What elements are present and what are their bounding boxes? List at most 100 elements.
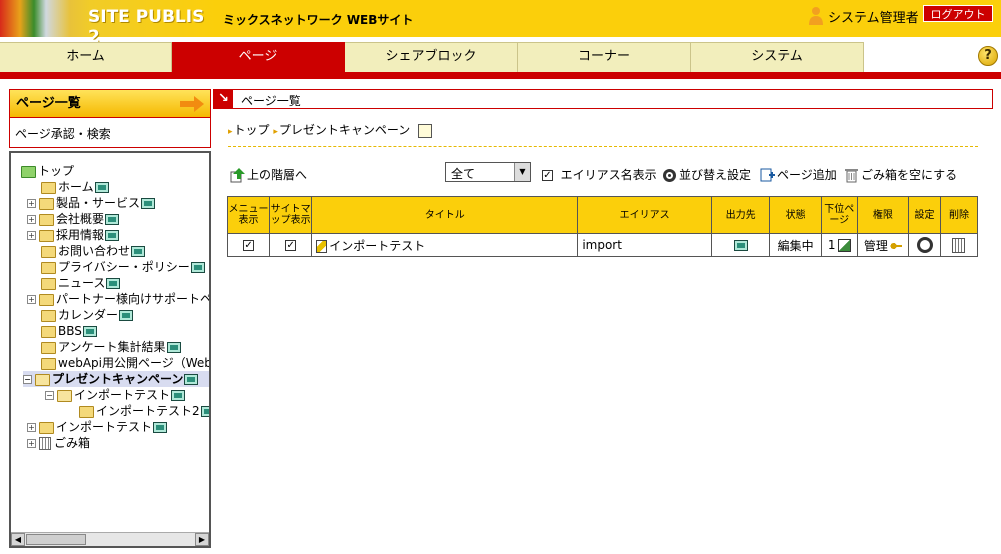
scroll-thumb[interactable]: [26, 534, 86, 545]
alias-display-toggle[interactable]: ✓ エイリアス名表示: [542, 166, 657, 183]
page-tree-panel: トップ ホーム + 製品・サービス + 会社概要 + 採用情報 お問い合わせ プライバ…: [9, 151, 211, 548]
tree-node-import-test[interactable]: − インポートテスト: [45, 387, 186, 403]
folder-icon: [41, 325, 56, 338]
tree-horizontal-scrollbar[interactable]: ◀ ▶: [11, 532, 209, 546]
status-cell: 編集中: [769, 233, 822, 257]
table-header-row: メニュー表示 サイトマップ表示 タイトル エイリアス 出力先 状態 下位ページ …: [226, 196, 979, 234]
pencil-icon[interactable]: [316, 239, 328, 253]
collapse-icon[interactable]: −: [45, 391, 54, 400]
header: SITE PUBLIS 2 ミックスネットワーク WEBサイト システム管理者 …: [0, 0, 1001, 47]
monitor-icon: [153, 422, 168, 433]
tree-node-privacy[interactable]: プライバシー・ポリシー: [41, 259, 205, 275]
edit-icon[interactable]: [418, 123, 433, 138]
tab-corner[interactable]: コーナー: [518, 42, 691, 72]
key-icon[interactable]: [889, 241, 902, 251]
expand-icon[interactable]: +: [27, 199, 36, 208]
output-cell: [710, 233, 771, 257]
sort-settings-button[interactable]: 並び替え設定: [662, 166, 751, 183]
col-status: 状態: [769, 196, 822, 234]
chevron-down-icon[interactable]: ▼: [514, 163, 530, 181]
logo-text: SITE PUBLIS 2: [88, 7, 205, 47]
expand-icon[interactable]: +: [27, 439, 36, 448]
page-tree: トップ ホーム + 製品・サービス + 会社概要 + 採用情報 お問い合わせ プライバ…: [11, 163, 209, 533]
nav-divider: [0, 72, 1001, 79]
empty-trash-button[interactable]: ごみ箱を空にする: [844, 166, 957, 183]
page-title-link[interactable]: インポートテスト: [329, 239, 425, 253]
tree-node-survey[interactable]: アンケート集計結果: [41, 339, 181, 355]
gear-icon[interactable]: [916, 237, 933, 253]
tree-node-products[interactable]: + 製品・サービス: [27, 195, 156, 211]
toolbar: 上の階層へ 全て ▼ ✓ エイリアス名表示 並び替え設定 ページ追加 ごみ箱を空…: [228, 162, 988, 184]
monitor-icon: [184, 374, 199, 385]
monitor-icon: [166, 342, 181, 353]
sidebar-title[interactable]: ページ一覧: [10, 90, 210, 118]
col-delete: 削除: [939, 196, 979, 234]
up-level-button[interactable]: 上の階層へ: [230, 166, 307, 183]
sitemap-display-checkbox[interactable]: ✓: [285, 240, 297, 251]
subpage-count: 1: [827, 238, 836, 252]
breadcrumb-top[interactable]: トップ: [234, 123, 270, 137]
user-icon: [809, 7, 823, 25]
monitor-icon: [105, 230, 120, 241]
tree-node-partner[interactable]: + パートナー様向けサポートペ: [27, 291, 209, 307]
tree-node-webapi[interactable]: webApi用公開ページ（Webap: [41, 355, 209, 371]
monitor-icon[interactable]: [734, 240, 749, 251]
breadcrumb-marker-icon: ▸: [228, 127, 233, 137]
collapse-icon[interactable]: −: [23, 375, 32, 384]
tree-node-import-test2[interactable]: インポートテスト2: [79, 403, 209, 419]
logo: SITE PUBLIS 2: [0, 0, 215, 47]
folder-icon: [41, 277, 56, 290]
subpage-icon[interactable]: [837, 239, 851, 252]
help-icon[interactable]: ?: [978, 46, 998, 66]
folder-open-icon: [35, 373, 50, 386]
tree-node-calendar[interactable]: カレンダー: [41, 307, 134, 323]
monitor-icon: [94, 182, 109, 193]
folder-icon: [41, 357, 56, 370]
col-subpage: 下位ページ: [820, 196, 858, 234]
tree-node-trash[interactable]: + ごみ箱: [27, 435, 90, 451]
tab-system[interactable]: システム: [691, 42, 864, 72]
expand-icon[interactable]: +: [27, 295, 36, 304]
folder-icon: [41, 245, 56, 258]
divider: [228, 146, 978, 147]
tree-node-bbs[interactable]: BBS: [41, 323, 97, 339]
tree-node-top[interactable]: トップ: [21, 163, 74, 179]
tree-node-news[interactable]: ニュース: [41, 275, 121, 291]
add-page-button[interactable]: ページ追加: [760, 166, 837, 183]
tab-page[interactable]: ページ: [172, 42, 345, 72]
scroll-left-icon[interactable]: ◀: [11, 533, 25, 546]
sidebar-title-label: ページ一覧: [16, 96, 81, 111]
col-menu-display: メニュー表示: [226, 196, 271, 234]
monitor-icon: [171, 390, 186, 401]
breadcrumb-present-campaign[interactable]: プレゼントキャンペーン: [279, 123, 410, 137]
tree-node-company[interactable]: + 会社概要: [27, 211, 120, 227]
scroll-right-icon[interactable]: ▶: [195, 533, 209, 546]
trash-icon[interactable]: [952, 237, 966, 253]
alias-cell: import: [577, 233, 712, 257]
filter-select-value: 全て: [451, 167, 476, 181]
expand-icon[interactable]: +: [27, 231, 36, 240]
tree-node-import-test-root[interactable]: + インポートテスト: [27, 419, 168, 435]
folder-icon: [39, 197, 54, 210]
tree-node-recruit[interactable]: + 採用情報: [27, 227, 120, 243]
gear-icon: [663, 169, 676, 182]
expand-icon[interactable]: +: [27, 423, 36, 432]
tree-node-present-campaign[interactable]: − プレゼントキャンペーン: [23, 371, 209, 387]
folder-icon: [41, 309, 56, 322]
arrow-down-right-icon: ↘: [214, 90, 233, 108]
menu-display-cell: ✓: [226, 233, 271, 257]
alias-checkbox[interactable]: ✓: [542, 170, 553, 181]
tree-node-contact[interactable]: お問い合わせ: [41, 243, 146, 259]
tree-node-home[interactable]: ホーム: [41, 179, 109, 195]
tab-home[interactable]: ホーム: [0, 42, 172, 72]
expand-icon[interactable]: +: [27, 215, 36, 224]
page-approval-search-link[interactable]: ページ承認・検索: [10, 118, 210, 142]
title-cell: インポートテスト: [311, 233, 579, 257]
menu-display-checkbox[interactable]: ✓: [243, 240, 255, 251]
monitor-icon: [106, 278, 121, 289]
tab-share-block[interactable]: シェアブロック: [345, 42, 518, 72]
folder-open-icon: [57, 389, 72, 402]
filter-select[interactable]: 全て ▼: [445, 162, 531, 182]
breadcrumb: ▸トップ ▸プレゼントキャンペーン: [228, 121, 433, 138]
logout-button[interactable]: ログアウト: [923, 5, 993, 22]
